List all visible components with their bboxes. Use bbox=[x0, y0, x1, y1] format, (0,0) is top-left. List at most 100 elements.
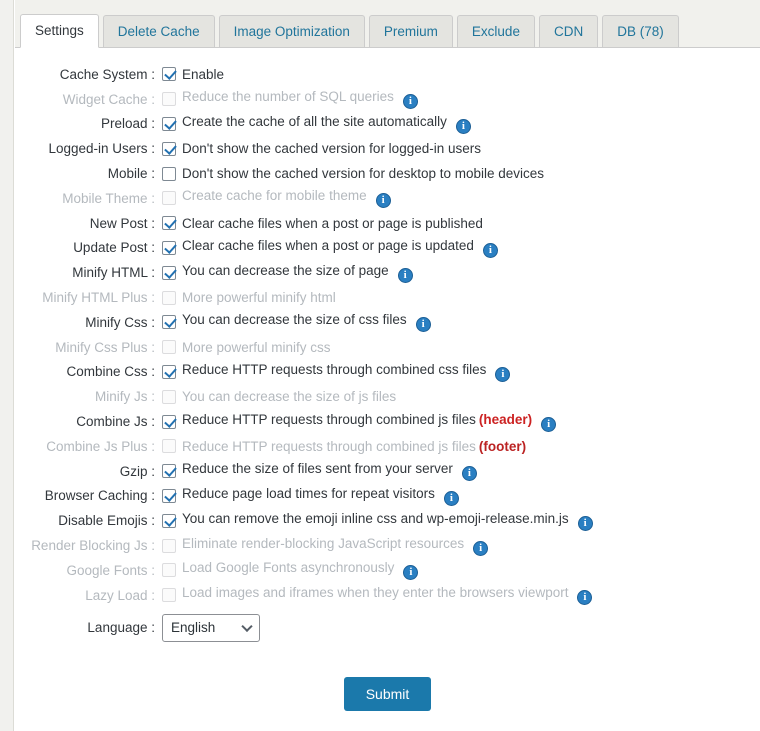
setting-label: Combine Css : bbox=[66, 364, 155, 380]
language-select[interactable]: English bbox=[162, 613, 260, 642]
tab-list: Settings Delete Cache Image Optimization Pr… bbox=[20, 14, 679, 48]
setting-row: Widget Cache : Reduce the number of SQL q… bbox=[15, 87, 760, 112]
setting-row: Preload : Create the cache of all the sit… bbox=[15, 112, 760, 137]
setting-description: Create the cache of all the site automat… bbox=[182, 113, 447, 129]
setting-checkbox[interactable] bbox=[162, 488, 176, 503]
setting-checkbox[interactable] bbox=[162, 513, 176, 528]
setting-checkbox[interactable] bbox=[162, 464, 176, 479]
info-icon[interactable]: i bbox=[482, 242, 498, 258]
setting-label: Minify HTML Plus : bbox=[42, 290, 155, 306]
setting-row: Minify HTML Plus : More powerful minify h… bbox=[15, 285, 760, 310]
setting-label: Browser Caching : bbox=[44, 488, 155, 504]
setting-description: Load Google Fonts asynchronously bbox=[182, 560, 395, 576]
setting-row: Browser Caching : Reduce page load times … bbox=[15, 484, 760, 509]
tab-delete-cache[interactable]: Delete Cache bbox=[102, 15, 215, 47]
setting-checkbox[interactable] bbox=[162, 414, 176, 429]
setting-tag: (footer) bbox=[478, 438, 527, 454]
tab-image-optimization[interactable]: Image Optimization bbox=[218, 15, 365, 47]
setting-description: Enable bbox=[182, 66, 225, 82]
setting-label: Update Post : bbox=[73, 240, 155, 256]
setting-description: Clear cache files when a post or page is… bbox=[182, 215, 483, 231]
setting-description-wrap: You can decrease the size of css files i bbox=[182, 312, 431, 333]
setting-label: Gzip : bbox=[119, 463, 155, 479]
setting-checkbox bbox=[162, 389, 176, 404]
setting-description: Reduce HTTP requests through combined js… bbox=[182, 438, 476, 454]
info-icon[interactable]: i bbox=[577, 515, 593, 531]
submit-button[interactable]: Submit bbox=[343, 676, 432, 711]
settings-form: Cache System : Enable Widget Cache : Reduce… bbox=[15, 48, 760, 711]
setting-description: Reduce the size of files sent from your … bbox=[182, 461, 453, 477]
setting-description: Reduce page load times for repeat visito… bbox=[182, 485, 435, 501]
info-icon[interactable]: i bbox=[403, 565, 419, 581]
setting-description-wrap: You can remove the emoji inline css and … bbox=[182, 511, 593, 531]
setting-description: Reduce HTTP requests through combined cs… bbox=[182, 361, 487, 377]
setting-row: Google Fonts : Load Google Fonts asynchro… bbox=[15, 558, 760, 583]
tab-premium[interactable]: Premium bbox=[368, 15, 453, 47]
setting-row: Combine Js : Reduce HTTP requests through… bbox=[15, 409, 760, 434]
info-icon[interactable]: i bbox=[541, 416, 557, 432]
setting-checkbox[interactable] bbox=[162, 116, 176, 131]
setting-label: Disable Emojis : bbox=[58, 513, 155, 529]
setting-description-wrap: Eliminate render-blocking JavaScript res… bbox=[182, 536, 489, 556]
setting-description-wrap: Load Google Fonts asynchronously i bbox=[182, 560, 419, 581]
submit-row: Submit bbox=[15, 676, 760, 711]
chevron-down-icon bbox=[241, 620, 253, 632]
setting-description: Load images and iframes when they enter … bbox=[182, 585, 569, 601]
setting-checkbox[interactable] bbox=[162, 364, 176, 379]
row-language: Language : English bbox=[15, 608, 760, 648]
setting-label: Preload : bbox=[100, 116, 155, 132]
setting-checkbox bbox=[162, 439, 176, 454]
setting-label: Logged-in Users : bbox=[48, 141, 155, 157]
setting-row: Cache System : Enable bbox=[15, 62, 760, 87]
setting-checkbox[interactable] bbox=[162, 141, 176, 156]
setting-row: New Post : Clear cache files when a post … bbox=[15, 211, 760, 236]
info-icon[interactable]: i bbox=[455, 118, 471, 134]
setting-description-wrap: You can decrease the size of js files bbox=[182, 389, 396, 404]
settings-rows: Cache System : Enable Widget Cache : Reduce… bbox=[15, 62, 760, 608]
info-icon[interactable]: i bbox=[375, 193, 391, 209]
info-icon[interactable]: i bbox=[461, 466, 477, 482]
setting-checkbox[interactable] bbox=[162, 216, 176, 231]
setting-description-wrap: Don't show the cached version for logged… bbox=[182, 141, 481, 156]
tab-exclude[interactable]: Exclude bbox=[456, 15, 535, 47]
setting-description-wrap: You can decrease the size of page i bbox=[182, 263, 413, 283]
tab-settings[interactable]: Settings bbox=[20, 14, 99, 48]
info-icon[interactable]: i bbox=[402, 94, 418, 110]
setting-description-wrap: Don't show the cached version for deskto… bbox=[182, 166, 544, 181]
info-icon[interactable]: i bbox=[443, 490, 459, 506]
setting-checkbox[interactable] bbox=[162, 265, 176, 280]
setting-description: You can decrease the size of page bbox=[182, 262, 389, 278]
setting-checkbox[interactable] bbox=[162, 166, 176, 181]
setting-checkbox bbox=[162, 92, 176, 107]
info-icon[interactable]: i bbox=[397, 267, 413, 283]
setting-checkbox[interactable] bbox=[162, 240, 176, 255]
setting-description-wrap: Enable bbox=[182, 67, 224, 82]
setting-description-wrap: More powerful minify html bbox=[182, 290, 336, 305]
setting-row: Mobile Theme : Create cache for mobile th… bbox=[15, 186, 760, 211]
setting-row: Gzip : Reduce the size of files sent from… bbox=[15, 459, 760, 484]
setting-checkbox bbox=[162, 340, 176, 355]
setting-row: Mobile : Don't show the cached version fo… bbox=[15, 161, 760, 186]
tab-db-78[interactable]: DB (78) bbox=[602, 15, 679, 47]
setting-description-wrap: Clear cache files when a post or page is… bbox=[182, 238, 498, 258]
setting-description-wrap: More powerful minify css bbox=[182, 340, 331, 355]
setting-description: Clear cache files when a post or page is… bbox=[182, 237, 474, 253]
info-icon[interactable]: i bbox=[495, 366, 511, 382]
setting-description: Reduce the number of SQL queries bbox=[182, 89, 394, 105]
setting-checkbox[interactable] bbox=[162, 67, 176, 82]
setting-row: Lazy Load : Load images and iframes when … bbox=[15, 583, 760, 608]
info-icon[interactable]: i bbox=[473, 540, 489, 556]
setting-description-wrap: Reduce HTTP requests through combined cs… bbox=[182, 361, 511, 382]
setting-label: Widget Cache : bbox=[62, 91, 155, 107]
setting-row: Update Post : Clear cache files when a po… bbox=[15, 236, 760, 261]
info-icon[interactable]: i bbox=[577, 590, 593, 606]
tab-cdn[interactable]: CDN bbox=[538, 15, 599, 47]
setting-description: You can decrease the size of css files bbox=[182, 312, 407, 328]
setting-label: Mobile Theme : bbox=[62, 190, 155, 206]
setting-label: Minify Css : bbox=[85, 314, 155, 330]
setting-checkbox[interactable] bbox=[162, 315, 176, 330]
setting-description: More powerful minify css bbox=[182, 339, 331, 355]
info-icon[interactable]: i bbox=[415, 317, 431, 333]
setting-label: Lazy Load : bbox=[85, 587, 155, 603]
setting-row: Render Blocking Js : Eliminate render-blo… bbox=[15, 533, 760, 558]
